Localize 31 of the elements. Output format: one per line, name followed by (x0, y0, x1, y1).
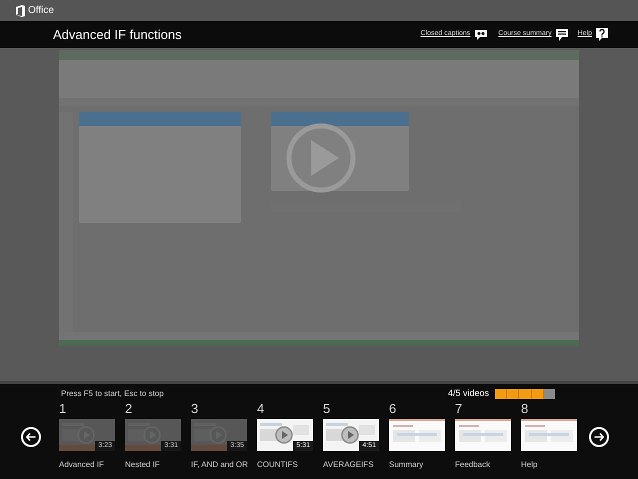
item-title[interactable]: Advanced IF (59, 459, 119, 471)
item-number: 4 (257, 402, 266, 416)
previous-button[interactable] (21, 426, 41, 446)
keyboard-hint: Press F5 to start, Esc to stop (61, 388, 165, 400)
progress-label: 4/5 videos (448, 387, 489, 400)
item-title[interactable]: Help (521, 459, 581, 471)
video-thumbnail[interactable] (389, 419, 445, 451)
item-number: 8 (521, 402, 530, 416)
item-number: 7 (455, 402, 464, 416)
item-title[interactable]: Summary (389, 459, 449, 471)
item-title[interactable]: Feedback (455, 459, 515, 471)
right-arrow-icon (594, 432, 604, 440)
video-thumbnail[interactable] (521, 419, 577, 451)
page-title: Advanced IF functions (53, 26, 183, 44)
next-button[interactable] (589, 426, 609, 446)
left-arrow-icon (26, 432, 36, 440)
item-number: 6 (389, 402, 398, 416)
item-number: 5 (323, 402, 332, 416)
item-title[interactable]: IF, AND and OR (191, 459, 251, 471)
office-logo-icon (16, 4, 25, 16)
item-title[interactable]: AVERAGEIFS (323, 459, 383, 471)
item-title[interactable]: COUNTIFS (257, 459, 317, 471)
app-name: Office (28, 4, 54, 18)
captions-icon (474, 29, 488, 40)
item-number: 3 (191, 402, 200, 416)
comment-icon (556, 28, 568, 40)
item-number: 1 (59, 402, 68, 416)
item-title[interactable]: Nested IF (125, 459, 185, 471)
item-number: 2 (125, 402, 134, 416)
video-thumbnail[interactable] (455, 419, 511, 451)
help-icon (596, 28, 608, 41)
